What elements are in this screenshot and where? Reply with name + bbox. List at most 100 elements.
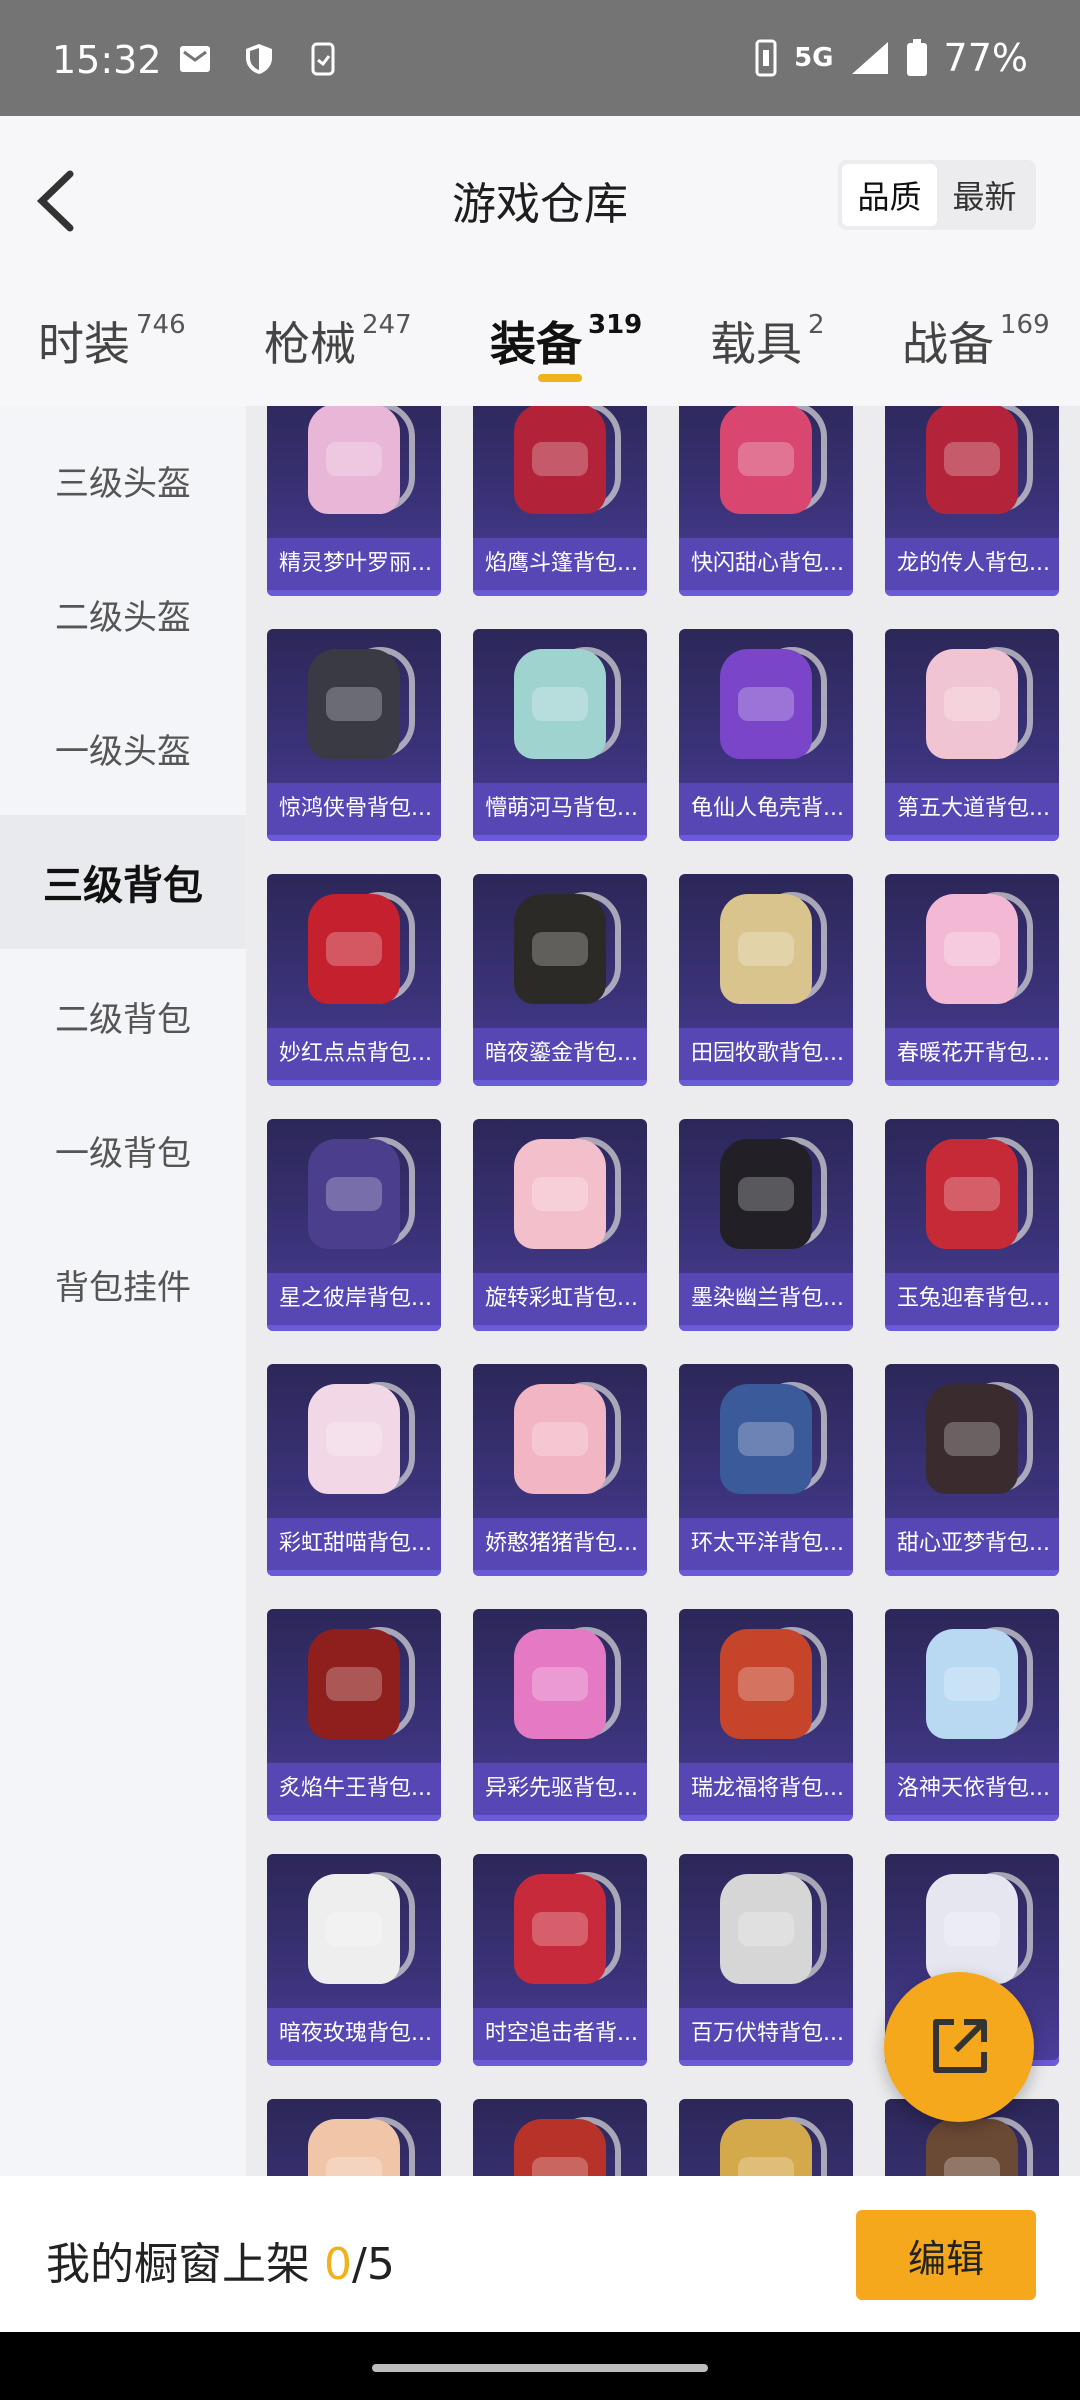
item-card[interactable]: 洛神天依背包... (885, 1609, 1059, 1821)
sidebar-item-helmet-1[interactable]: 一级头盔 (0, 681, 246, 815)
sidebar-item-backpack-1[interactable]: 一级背包 (0, 1083, 246, 1217)
item-name: 娇憨猪猪背包... (473, 1518, 647, 1570)
backpack-body (514, 1874, 606, 1984)
backpack-image (679, 1364, 853, 1514)
tab-weapons[interactable]: 枪械 247 (264, 308, 412, 374)
backpack-image (267, 406, 441, 534)
item-card[interactable]: 玉兔迎春背包... (885, 1119, 1059, 1331)
backpack-image (267, 1609, 441, 1759)
backpack-body (926, 2119, 1018, 2176)
item-name: 懵萌河马背包... (473, 783, 647, 835)
sort-option-quality[interactable]: 品质 (842, 164, 937, 226)
status-time: 15:32 (52, 38, 162, 82)
item-card[interactable] (679, 2099, 853, 2176)
external-link-icon (933, 2019, 987, 2073)
item-name: 暗夜鎏金背包... (473, 1028, 647, 1080)
item-card[interactable]: 精灵梦叶罗丽... (267, 406, 441, 596)
sort-toggle: 品质 最新 (838, 160, 1036, 230)
backpack-body (926, 1629, 1018, 1739)
item-card[interactable]: 龙的传人背包... (885, 406, 1059, 596)
backpack-body (308, 406, 400, 514)
item-card[interactable]: 龟仙人龟壳背... (679, 629, 853, 841)
tab-count: 746 (136, 310, 186, 340)
item-name: 春暖花开背包... (885, 1028, 1059, 1080)
item-card[interactable]: 旋转彩虹背包... (473, 1119, 647, 1331)
backpack-body (926, 1384, 1018, 1494)
item-card[interactable]: 炙焰牛王背包... (267, 1609, 441, 1821)
shield-icon (246, 44, 272, 74)
backpack-body (926, 1139, 1018, 1249)
item-card[interactable]: 暗夜玫瑰背包... (267, 1854, 441, 2066)
tab-supplies[interactable]: 战备 169 (902, 308, 1050, 374)
sidebar-item-helmet-3[interactable]: 三级头盔 (0, 413, 246, 547)
backpack-body (720, 649, 812, 759)
item-name: 甜心亚梦背包... (885, 1518, 1059, 1570)
share-button[interactable] (884, 1972, 1034, 2122)
item-card[interactable] (473, 2099, 647, 2176)
home-gesture-handle[interactable] (372, 2364, 708, 2372)
item-card[interactable]: 第五大道背包... (885, 629, 1059, 841)
backpack-body (720, 1139, 812, 1249)
tab-label: 时装 (38, 317, 130, 371)
network-label: 5G (794, 43, 834, 73)
item-card[interactable]: 星之彼岸背包... (267, 1119, 441, 1331)
item-card[interactable]: 时空追击者背... (473, 1854, 647, 2066)
item-card[interactable]: 墨染幽兰背包... (679, 1119, 853, 1331)
item-card[interactable]: 彩虹甜喵背包... (267, 1364, 441, 1576)
battery-icon (906, 39, 927, 76)
system-nav-bar (0, 2332, 1080, 2400)
item-card[interactable]: 瑞龙福将背包... (679, 1609, 853, 1821)
item-name: 精灵梦叶罗丽... (267, 538, 441, 590)
tab-fashion[interactable]: 时装 746 (38, 308, 186, 374)
item-card[interactable]: 春暖花开背包... (885, 874, 1059, 1086)
sidebar-item-backpack-2[interactable]: 二级背包 (0, 949, 246, 1083)
backpack-image (473, 1854, 647, 2004)
backpack-image (679, 406, 853, 534)
backpack-image (473, 1119, 647, 1269)
item-card[interactable]: 异彩先驱背包... (473, 1609, 647, 1821)
item-card[interactable]: 甜心亚梦背包... (885, 1364, 1059, 1576)
sidebar-item-backpack-3[interactable]: 三级背包 (0, 815, 246, 949)
sidebar-item-helmet-2[interactable]: 二级头盔 (0, 547, 246, 681)
item-card[interactable] (267, 2099, 441, 2176)
backpack-image (473, 874, 647, 1024)
backpack-image (473, 629, 647, 779)
backpack-body (926, 649, 1018, 759)
backpack-image (885, 874, 1059, 1024)
item-name: 焰鹰斗篷背包... (473, 538, 647, 590)
sidebar-item-backpack-pendant[interactable]: 背包挂件 (0, 1217, 246, 1351)
item-card[interactable]: 娇憨猪猪背包... (473, 1364, 647, 1576)
item-name: 龟仙人龟壳背... (679, 783, 853, 835)
sort-option-latest[interactable]: 最新 (937, 164, 1032, 226)
status-notification-icons (178, 42, 340, 76)
item-name: 彩虹甜喵背包... (267, 1518, 441, 1570)
tab-equipment[interactable]: 装备 319 (490, 308, 642, 374)
item-name: 星之彼岸背包... (267, 1273, 441, 1325)
backpack-image (267, 2099, 441, 2176)
item-card[interactable]: 田园牧歌背包... (679, 874, 853, 1086)
item-card[interactable]: 百万伏特背包... (679, 1854, 853, 2066)
item-name: 龙的传人背包... (885, 538, 1059, 590)
item-card[interactable]: 环太平洋背包... (679, 1364, 853, 1576)
item-card[interactable]: 暗夜鎏金背包... (473, 874, 647, 1086)
item-name: 第五大道背包... (885, 783, 1059, 835)
item-card[interactable]: 懵萌河马背包... (473, 629, 647, 841)
backpack-body (514, 406, 606, 514)
item-card[interactable]: 焰鹰斗篷背包... (473, 406, 647, 596)
item-name: 瑞龙福将背包... (679, 1763, 853, 1815)
backpack-body (720, 894, 812, 1004)
item-name: 旋转彩虹背包... (473, 1273, 647, 1325)
item-card[interactable]: 妙红点点背包... (267, 874, 441, 1086)
tab-count: 2 (808, 310, 825, 340)
backpack-body (514, 1139, 606, 1249)
item-card[interactable]: 快闪甜心背包... (679, 406, 853, 596)
tab-vehicles[interactable]: 载具 2 (710, 308, 825, 374)
backpack-body (514, 1629, 606, 1739)
backpack-body (308, 894, 400, 1004)
backpack-body (308, 1629, 400, 1739)
item-card[interactable]: 惊鸿侠骨背包... (267, 629, 441, 841)
item-name: 炙焰牛王背包... (267, 1763, 441, 1815)
edit-button[interactable]: 编辑 (856, 2210, 1036, 2300)
item-name: 环太平洋背包... (679, 1518, 853, 1570)
app-root: 15:32 5G 77% 游戏仓库 品质 最新 时装 746 枪械 247 装备… (0, 0, 1080, 2400)
